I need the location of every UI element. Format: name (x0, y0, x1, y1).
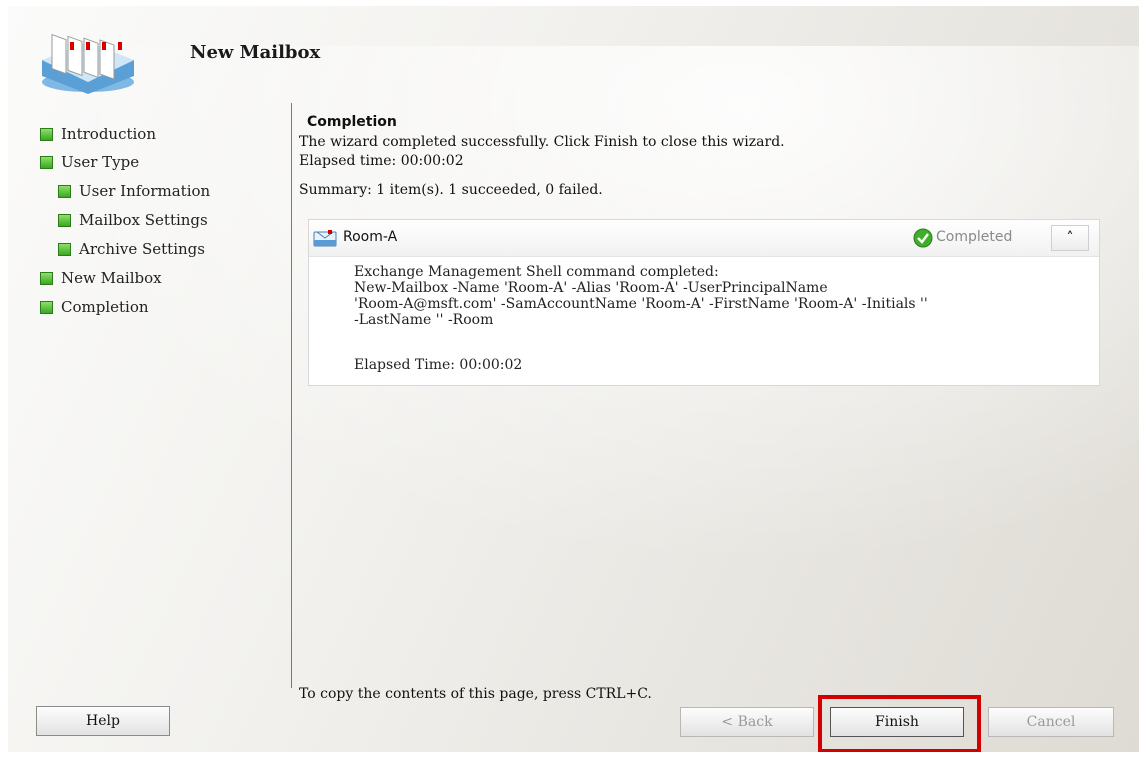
mailbox-wizard-icon (42, 33, 134, 94)
cancel-button[interactable]: Cancel (988, 707, 1114, 737)
result-item-name: Room-A (343, 229, 398, 245)
nav-step-label: Mailbox Settings (79, 211, 208, 229)
nav-step-user-information: User Information (58, 179, 210, 203)
help-button[interactable]: Help (36, 706, 170, 736)
section-heading: Completion (307, 114, 397, 130)
collapse-button[interactable]: ˄ (1051, 225, 1089, 251)
copy-hint: To copy the contents of this page, press… (299, 686, 652, 702)
success-check-icon (913, 228, 933, 248)
nav-step-label: New Mailbox (61, 269, 162, 287)
step-bullet-icon (40, 155, 53, 169)
mailbox-icon (313, 230, 337, 247)
result-item-header: Room-A Completed ˄ (309, 220, 1099, 257)
nav-step-new-mailbox: New Mailbox (40, 266, 162, 290)
step-bullet-icon (58, 242, 71, 256)
nav-step-label: User Type (61, 153, 140, 171)
result-item-panel: Room-A Completed ˄ Exchange Management S… (308, 219, 1100, 386)
command-elapsed-time: Elapsed Time: 00:00:02 (354, 357, 523, 373)
nav-step-label: User Information (79, 182, 211, 200)
step-bullet-icon (40, 127, 53, 141)
wizard-title: New Mailbox (190, 42, 321, 63)
step-bullet-icon (40, 300, 53, 314)
summary-text: Summary: 1 item(s). 1 succeeded, 0 faile… (299, 182, 603, 198)
back-button[interactable]: < Back (680, 707, 814, 737)
chevron-up-icon: ˄ (1066, 230, 1074, 246)
nav-step-mailbox-settings: Mailbox Settings (58, 208, 208, 232)
nav-step-label: Archive Settings (79, 240, 205, 258)
nav-step-introduction: Introduction (40, 122, 156, 146)
elapsed-time: Elapsed time: 00:00:02 (299, 153, 464, 169)
completion-message: The wizard completed successfully. Click… (299, 134, 785, 150)
result-status: Completed (936, 229, 1013, 245)
step-bullet-icon (40, 271, 53, 285)
nav-step-user-type: User Type (40, 150, 139, 174)
pane-divider (291, 103, 292, 688)
nav-step-label: Introduction (61, 125, 156, 143)
finish-highlight-box (818, 695, 981, 752)
shell-command-output: Exchange Management Shell command comple… (354, 264, 928, 328)
step-bullet-icon (58, 184, 71, 198)
nav-step-archive-settings: Archive Settings (58, 237, 205, 261)
nav-step-label: Completion (61, 298, 149, 316)
step-bullet-icon (58, 213, 71, 227)
wizard-window: New Mailbox Introduction User Type User … (8, 6, 1139, 752)
nav-step-completion: Completion (40, 295, 149, 319)
